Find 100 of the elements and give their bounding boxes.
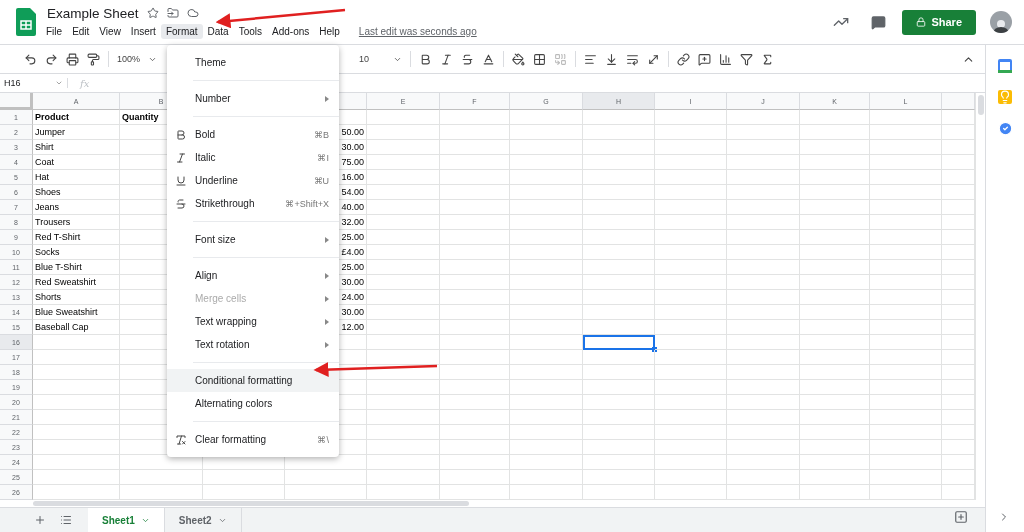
star-icon[interactable] bbox=[146, 7, 159, 19]
table-cell bbox=[655, 410, 727, 425]
table-cell bbox=[870, 320, 942, 335]
table-cell bbox=[870, 155, 942, 170]
sheet-tab[interactable]: Sheet1 bbox=[88, 508, 165, 532]
vertical-align-icon[interactable] bbox=[605, 52, 619, 66]
table-cell bbox=[583, 230, 655, 245]
table-cell bbox=[800, 230, 870, 245]
menu-item[interactable]: Add-ons bbox=[267, 23, 315, 39]
link-icon[interactable] bbox=[677, 52, 691, 66]
redo-icon[interactable] bbox=[45, 52, 58, 66]
strikethrough-icon[interactable] bbox=[461, 52, 475, 66]
table-cell bbox=[583, 170, 655, 185]
menu-item[interactable]: Text rotation bbox=[167, 333, 339, 356]
name-box[interactable]: H16 bbox=[0, 78, 68, 88]
table-cell: Coat bbox=[33, 155, 120, 170]
menu-item[interactable]: Tools bbox=[233, 23, 268, 39]
chart-icon[interactable] bbox=[719, 52, 733, 66]
sheets-logo[interactable] bbox=[16, 8, 36, 36]
table-cell bbox=[583, 275, 655, 290]
table-cell bbox=[870, 260, 942, 275]
document-title[interactable]: Example Sheet bbox=[47, 5, 139, 21]
table-cell bbox=[800, 215, 870, 230]
table-cell bbox=[583, 410, 655, 425]
fill-handle[interactable] bbox=[652, 347, 657, 352]
last-edit-link[interactable]: Last edit was seconds ago bbox=[358, 25, 477, 37]
table-cell bbox=[440, 245, 510, 260]
explore-icon[interactable] bbox=[954, 510, 968, 524]
table-cell bbox=[870, 200, 942, 215]
table-cell bbox=[440, 260, 510, 275]
menu-item[interactable]: View bbox=[94, 23, 126, 39]
table-cell bbox=[870, 350, 942, 365]
comment-icon[interactable] bbox=[871, 14, 887, 30]
bold-icon bbox=[175, 128, 187, 141]
bold-icon[interactable] bbox=[419, 52, 433, 66]
table-cell bbox=[800, 155, 870, 170]
menu-item[interactable]: Alternating colors bbox=[167, 392, 339, 415]
menu-item[interactable]: Conditional formatting bbox=[167, 369, 339, 392]
caret-icon bbox=[55, 79, 63, 87]
borders-icon[interactable] bbox=[533, 52, 547, 66]
sheet-tab[interactable]: Sheet2 bbox=[164, 508, 242, 532]
undo-icon[interactable] bbox=[24, 52, 37, 66]
table-cell bbox=[870, 395, 942, 410]
menu-item[interactable]: Theme bbox=[167, 51, 339, 74]
table-cell: Shoes bbox=[33, 185, 120, 200]
table-cell bbox=[440, 170, 510, 185]
table-cell bbox=[800, 305, 870, 320]
table-cell bbox=[800, 290, 870, 305]
fill-color-icon[interactable] bbox=[512, 52, 526, 66]
menu-item[interactable]: File bbox=[41, 23, 68, 39]
table-cell bbox=[583, 215, 655, 230]
table-cell bbox=[800, 335, 870, 350]
table-cell bbox=[583, 320, 655, 335]
table-cell bbox=[870, 290, 942, 305]
table-cell bbox=[800, 470, 870, 485]
table-cell bbox=[583, 185, 655, 200]
text-rotation-icon[interactable] bbox=[647, 52, 661, 66]
table-cell bbox=[655, 470, 727, 485]
lock-icon bbox=[916, 17, 927, 27]
table-cell bbox=[583, 455, 655, 470]
menu-item[interactable]: Edit bbox=[67, 23, 95, 39]
avatar[interactable] bbox=[990, 11, 1012, 33]
font-size-dropdown[interactable]: 10 bbox=[359, 54, 403, 64]
all-sheets-icon[interactable] bbox=[60, 514, 72, 526]
zoom-dropdown[interactable]: 100% bbox=[117, 54, 158, 64]
print-icon[interactable] bbox=[66, 52, 79, 66]
table-cell bbox=[583, 380, 655, 395]
menu-item[interactable]: Insert bbox=[125, 23, 161, 39]
table-cell bbox=[583, 110, 655, 125]
table-cell bbox=[655, 155, 727, 170]
table-cell: Blue T-Shirt bbox=[33, 260, 120, 275]
table-cell bbox=[655, 365, 727, 380]
align-icon[interactable] bbox=[584, 52, 598, 66]
menu-item[interactable]: Data bbox=[202, 23, 234, 39]
table-cell bbox=[800, 395, 870, 410]
calendar-icon[interactable] bbox=[998, 59, 1012, 73]
add-comment-icon[interactable] bbox=[698, 52, 712, 66]
table-cell bbox=[870, 335, 942, 350]
scrollbar-thumb[interactable] bbox=[978, 95, 984, 115]
text-wrap-icon[interactable] bbox=[626, 52, 640, 66]
selected-cell[interactable] bbox=[583, 335, 655, 350]
table-cell bbox=[655, 260, 727, 275]
table-cell bbox=[870, 365, 942, 380]
share-button[interactable]: Share bbox=[902, 9, 976, 35]
table-cell: Blue Sweatshirt bbox=[33, 305, 120, 320]
italic-icon[interactable] bbox=[440, 52, 454, 66]
tasks-icon[interactable] bbox=[997, 121, 1013, 136]
menu-item[interactable]: Clear formatting ⌘\ bbox=[167, 428, 339, 451]
scrollbar-thumb[interactable] bbox=[33, 501, 469, 506]
table-cell bbox=[655, 110, 727, 125]
move-folder-icon[interactable] bbox=[166, 7, 179, 19]
menu-item[interactable]: Help bbox=[314, 23, 345, 39]
paint-format-icon[interactable] bbox=[87, 52, 100, 66]
add-sheet-icon[interactable] bbox=[34, 514, 46, 526]
table-cell bbox=[655, 320, 727, 335]
menu-item[interactable]: Format bbox=[160, 23, 203, 39]
filter-icon[interactable] bbox=[740, 52, 754, 66]
text-color-icon[interactable] bbox=[482, 52, 496, 66]
cloud-icon[interactable] bbox=[186, 7, 199, 19]
table-cell bbox=[655, 200, 727, 215]
